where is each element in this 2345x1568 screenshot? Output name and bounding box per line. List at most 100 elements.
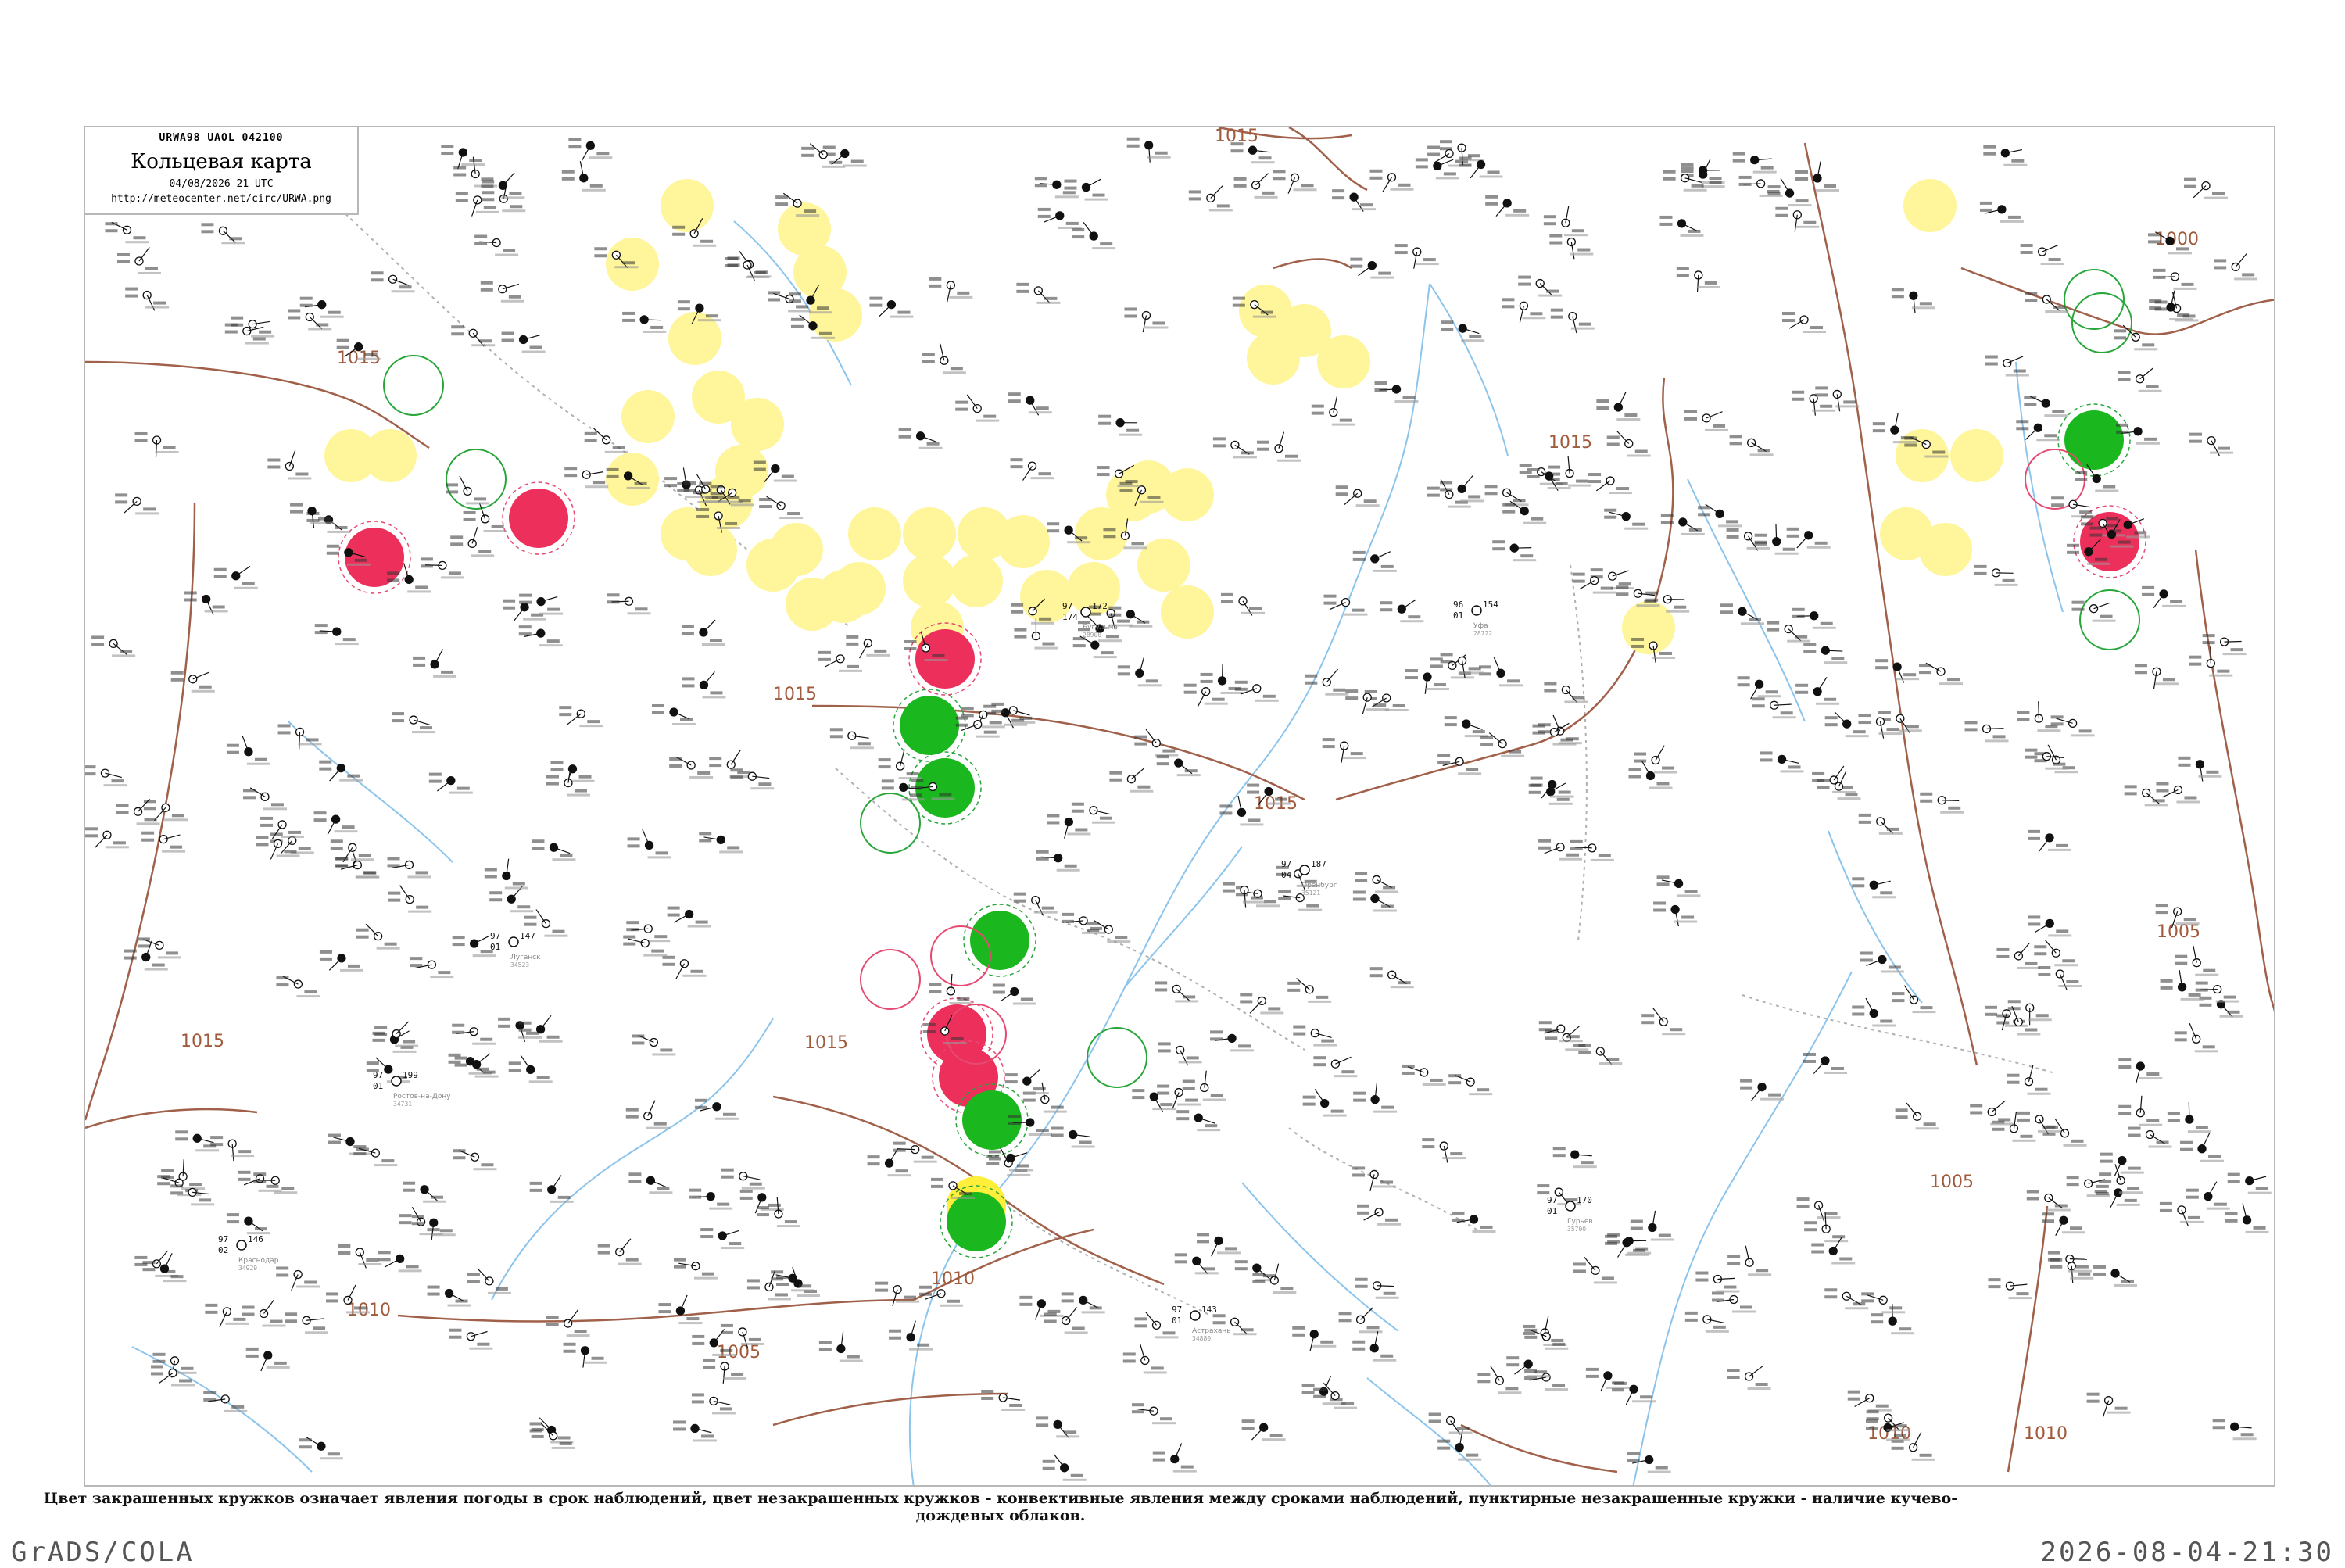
station-marker: [562, 161, 606, 192]
station-marker: [1336, 485, 1380, 507]
station-marker: [353, 1145, 397, 1166]
station-marker: [607, 593, 651, 614]
station-marker: [564, 467, 608, 488]
station-marker: [1553, 1147, 1597, 1168]
station-temp: 97: [218, 1234, 228, 1244]
station-plot[interactable]: 146 97 02 Краснодар 34929: [218, 1234, 279, 1272]
station-marker: [2087, 1393, 2131, 1417]
station-marker: [1355, 872, 1398, 893]
station-marker: [1441, 653, 1484, 678]
station-marker: [429, 773, 473, 794]
station-marker: [2135, 664, 2179, 689]
station-dew: 01: [1547, 1206, 1557, 1216]
station-marker: [320, 950, 363, 972]
source-url[interactable]: http://meteocenter.net/circ/URWA.png: [85, 193, 357, 205]
station-marker: [1197, 1233, 1241, 1256]
station-marker: [1983, 145, 2027, 166]
station-marker: [709, 750, 753, 778]
precip-circle: [832, 562, 886, 615]
station-marker: [1380, 600, 1423, 622]
station-marker: [1008, 392, 1052, 415]
station-plot[interactable]: 154 96 01 Уфа 28722: [1453, 600, 1498, 637]
station-marker: [1062, 1292, 1105, 1313]
station-pressure: 199: [403, 1070, 418, 1080]
station-temp: 97: [490, 931, 500, 941]
station-marker: [662, 956, 706, 979]
station-marker: [175, 1130, 219, 1151]
phenomena-circles: [324, 179, 2146, 1258]
station-marker: [2028, 830, 2071, 851]
station-marker: [1787, 528, 1831, 549]
heavy-precip-circle: [345, 528, 404, 587]
station-marker: [628, 1172, 672, 1194]
station-marker: [2189, 646, 2232, 677]
station-marker: [875, 1282, 919, 1306]
station-pressure: 172: [1092, 601, 1108, 611]
station-marker: [85, 827, 129, 848]
station-marker: [1019, 1296, 1063, 1320]
station-marker: [530, 1176, 574, 1203]
station-marker: [2021, 244, 2064, 265]
station-marker: [2027, 1190, 2071, 1211]
thunderstorm-circle: [962, 1090, 1022, 1150]
convective-ring: [861, 950, 920, 1009]
isobar-label: 1015: [1548, 433, 1592, 453]
precip-circle: [903, 554, 956, 607]
station-name: Ростов-на-Дону: [393, 1093, 451, 1101]
station-marker: [288, 309, 331, 330]
station-dew: 01: [1453, 610, 1463, 621]
map-date: 04/08/2026 21 UTC: [85, 178, 357, 190]
station-marker: [142, 1253, 186, 1282]
station-plot[interactable]: 147 97 01 Луганск 34523: [490, 931, 541, 968]
station-name: Луганск: [510, 954, 541, 961]
station-marker: [1974, 565, 2018, 586]
isobar-label: 1010: [347, 1301, 391, 1320]
station-marker: [485, 859, 528, 890]
station-marker: [2017, 1112, 2061, 1134]
station-marker: [2072, 601, 2116, 622]
station-dew: 04: [1281, 870, 1292, 880]
station-marker: [1014, 893, 1058, 916]
station-marker: [1607, 431, 1651, 457]
station-marker: [2178, 757, 2221, 782]
station-id: 34731: [393, 1101, 412, 1108]
convective-ring: [861, 793, 920, 853]
station-marker: [632, 1034, 675, 1055]
station-marker: [1657, 875, 1701, 897]
station-marker: [2042, 1212, 2085, 1235]
station-marker: [1861, 1292, 1905, 1313]
station-plot[interactable]: 199 97 01 Ростов-на-Дону 34731: [373, 1070, 451, 1108]
station-marker: [1370, 967, 1414, 988]
station-marker: [1518, 276, 1562, 297]
station-marker: [1350, 258, 1394, 279]
station-marker: [725, 257, 769, 281]
station-marker: [955, 395, 999, 422]
station-marker: [413, 650, 456, 678]
station-marker: [989, 1150, 1033, 1171]
station-marker: [489, 886, 533, 912]
station-dew: 01: [490, 942, 500, 952]
isobar-label: 1015: [804, 1033, 848, 1053]
station-marker: [2142, 586, 2186, 608]
station-marker: [452, 1024, 496, 1045]
station-marker: [2118, 1058, 2162, 1083]
station-marker: [1184, 684, 1228, 707]
station-marker: [403, 1182, 446, 1203]
legend-caption: Цвет закрашенных кружков означает явлени…: [0, 1490, 2001, 1524]
station-marker: [1440, 475, 1484, 502]
station-marker: [1477, 1366, 1521, 1394]
station-marker: [1305, 669, 1348, 696]
station-marker: [622, 312, 666, 333]
station-marker: [1985, 356, 2029, 377]
station-marker: [1312, 396, 1355, 425]
station-marker: [1365, 690, 1409, 711]
station-marker: [1395, 244, 1439, 269]
station-marker: [214, 566, 258, 589]
station-marker: [682, 671, 725, 698]
station-marker: [1596, 392, 1640, 421]
precip-circle: [731, 398, 784, 451]
convective-ring: [2072, 293, 2132, 353]
station-marker: [1659, 216, 1703, 237]
station-marker: [568, 138, 612, 160]
station-marker: [474, 235, 518, 256]
